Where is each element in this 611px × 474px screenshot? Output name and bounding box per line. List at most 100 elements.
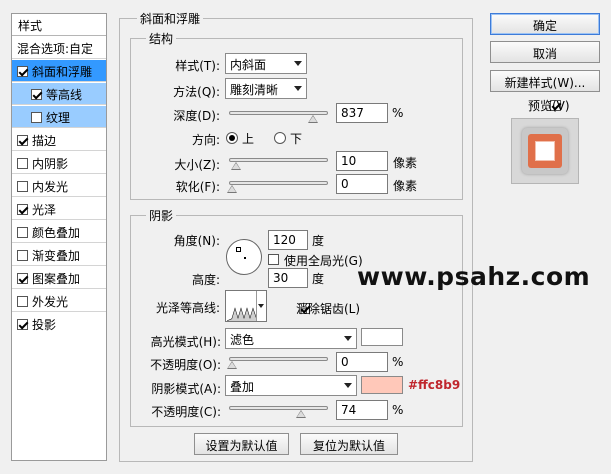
highlight-opacity-input[interactable]: 0 <box>336 352 388 372</box>
soften-unit: 像素 <box>393 179 418 193</box>
chevron-down-icon <box>344 383 352 388</box>
style-item-gradient-overlay[interactable]: 渐变叠加 <box>12 244 106 266</box>
bevel-checkbox[interactable] <box>17 66 28 77</box>
highlight-opacity-thumb[interactable] <box>227 361 237 369</box>
shadow-opacity-unit: % <box>392 403 404 417</box>
watermark-text: www.psahz.com <box>357 262 591 291</box>
style-item-bevel-emboss[interactable]: 斜面和浮雕 <box>12 60 106 82</box>
shadow-opacity-slider[interactable] <box>229 406 328 418</box>
depth-slider[interactable] <box>229 111 328 123</box>
satin-checkbox[interactable] <box>17 204 28 215</box>
highlight-mode-label: 高光模式(H): <box>150 335 221 349</box>
cancel-button[interactable]: 取消 <box>490 41 600 63</box>
size-unit: 像素 <box>393 156 418 170</box>
altitude-input[interactable]: 30 <box>268 268 308 288</box>
contour-checkbox[interactable] <box>31 89 42 100</box>
stroke-checkbox[interactable] <box>17 135 28 146</box>
size-label: 大小(Z): <box>174 158 220 172</box>
style-item-inner-shadow[interactable]: 内阴影 <box>12 152 106 174</box>
soften-slider[interactable] <box>227 181 328 193</box>
drop-shadow-checkbox[interactable] <box>17 319 28 330</box>
style-item-stroke[interactable]: 描边 <box>12 129 106 151</box>
shadow-mode-select[interactable]: 叠加 <box>225 375 357 396</box>
direction-up-label: 上 <box>242 132 255 146</box>
direction-up-radio[interactable] <box>226 132 238 144</box>
style-item-pattern-overlay[interactable]: 图案叠加 <box>12 267 106 289</box>
size-slider[interactable] <box>229 158 328 170</box>
structure-title: 结构 <box>146 30 177 47</box>
inner-shadow-checkbox[interactable] <box>17 158 28 169</box>
shadow-color-swatch[interactable] <box>361 376 403 394</box>
chevron-down-icon <box>294 86 302 91</box>
style-item-contour[interactable]: 等高线 <box>12 83 106 105</box>
make-default-button[interactable]: 设置为默认值 <box>194 433 289 455</box>
highlight-opacity-slider[interactable] <box>227 357 328 369</box>
highlight-color-swatch[interactable] <box>361 328 403 346</box>
depth-slider-thumb[interactable] <box>307 115 318 123</box>
angle-input[interactable]: 120 <box>268 230 308 250</box>
soften-input[interactable]: 0 <box>336 174 388 194</box>
angle-dial[interactable] <box>226 239 262 275</box>
reset-default-button[interactable]: 复位为默认值 <box>300 433 398 455</box>
shadow-opacity-input[interactable]: 74 <box>336 400 388 420</box>
depth-unit: % <box>392 106 404 120</box>
angle-label: 角度(N): <box>173 234 220 248</box>
altitude-unit: 度 <box>312 272 325 286</box>
angle-dial-center <box>244 257 246 259</box>
styles-header[interactable]: 样式 <box>12 14 106 36</box>
technique-select[interactable]: 雕刻清晰 <box>225 78 307 99</box>
preview-tile-center <box>535 141 555 161</box>
global-light-checkbox[interactable] <box>268 254 279 265</box>
highlight-mode-select[interactable]: 滤色 <box>225 328 357 349</box>
size-input[interactable]: 10 <box>336 151 388 171</box>
gloss-contour-label: 光泽等高线: <box>155 301 220 315</box>
ok-button[interactable]: 确定 <box>490 13 600 35</box>
chevron-down-icon <box>294 61 302 66</box>
bevel-style-select[interactable]: 内斜面 <box>225 53 307 74</box>
gloss-contour-picker[interactable] <box>225 290 267 322</box>
highlight-opacity-label: 不透明度(O): <box>150 358 221 372</box>
highlight-opacity-unit: % <box>392 355 404 369</box>
chevron-down-icon <box>258 304 264 308</box>
style-item-outer-glow[interactable]: 外发光 <box>12 290 106 312</box>
chevron-down-icon <box>344 336 352 341</box>
contour-dropdown[interactable] <box>256 291 266 321</box>
style-preview <box>511 118 579 184</box>
shadow-opacity-thumb[interactable] <box>295 410 306 418</box>
outer-glow-checkbox[interactable] <box>17 296 28 307</box>
crosshair-icon <box>236 247 241 252</box>
antialias-label: 消除锯齿(L) <box>296 302 361 316</box>
style-item-inner-glow[interactable]: 内发光 <box>12 175 106 197</box>
new-style-button[interactable]: 新建样式(W)... <box>490 70 600 92</box>
direction-down-radio[interactable] <box>274 132 286 144</box>
bevel-emboss-title: 斜面和浮雕 <box>137 10 204 27</box>
angle-unit: 度 <box>312 234 325 248</box>
depth-label: 深度(D): <box>173 109 220 123</box>
style-item-satin[interactable]: 光泽 <box>12 198 106 220</box>
altitude-label: 高度: <box>191 273 220 287</box>
style-item-color-overlay[interactable]: 颜色叠加 <box>12 221 106 243</box>
blend-options-item[interactable]: 混合选项:自定 <box>12 37 106 59</box>
shadow-mode-label: 阴影模式(A): <box>151 382 221 396</box>
texture-checkbox[interactable] <box>31 112 42 123</box>
color-overlay-checkbox[interactable] <box>17 227 28 238</box>
soften-label: 软化(F): <box>175 180 220 194</box>
preview-tile <box>528 134 562 168</box>
direction-label: 方向: <box>191 133 220 147</box>
preview-label: 预览(V) <box>528 99 570 113</box>
size-slider-thumb[interactable] <box>230 162 241 170</box>
technique-label: 方法(Q): <box>173 85 220 99</box>
preview-frame <box>522 128 568 174</box>
global-light-label: 使用全局光(G) <box>284 254 363 268</box>
soften-slider-thumb[interactable] <box>227 185 237 193</box>
gradient-overlay-checkbox[interactable] <box>17 250 28 261</box>
depth-input[interactable]: 837 <box>336 103 388 123</box>
style-item-drop-shadow[interactable]: 投影 <box>12 313 106 335</box>
shading-title: 阴影 <box>146 207 177 224</box>
pattern-overlay-checkbox[interactable] <box>17 273 28 284</box>
direction-down-label: 下 <box>290 132 303 146</box>
inner-glow-checkbox[interactable] <box>17 181 28 192</box>
style-item-texture[interactable]: 纹理 <box>12 106 106 128</box>
contour-curve-icon <box>227 307 257 321</box>
shadow-color-hex: #ffc8b9 <box>408 378 461 392</box>
